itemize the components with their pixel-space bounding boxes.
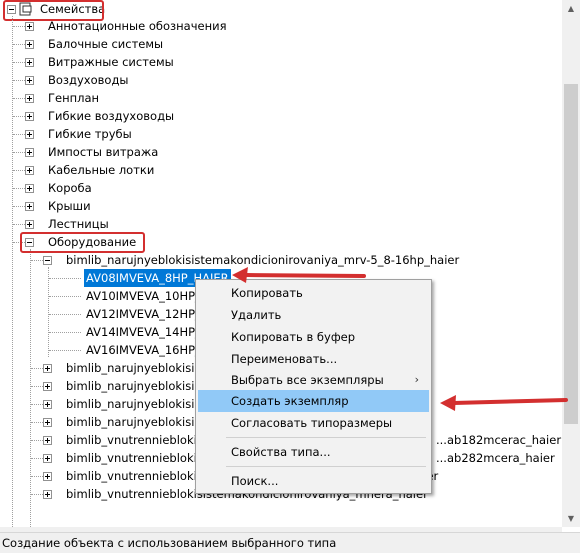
tree-node-label: Кабельные лотки [48, 163, 155, 177]
menu-item-label: Свойства типа... [231, 445, 331, 459]
tree-node-category[interactable]: Воздуховоды [0, 71, 300, 89]
menu-item-select-all-instances[interactable]: Выбрать все экземпляры › [198, 369, 429, 391]
expand-icon[interactable] [43, 382, 52, 391]
scroll-up-icon[interactable]: ▲ [562, 0, 580, 17]
menu-item-label: Копировать [231, 286, 303, 300]
tree-node-label: Витражные системы [48, 55, 174, 69]
expand-icon[interactable] [25, 202, 34, 211]
expand-icon[interactable] [25, 130, 34, 139]
menu-separator [226, 437, 426, 438]
tree-node-label: Гибкие трубы [48, 127, 132, 141]
expand-icon[interactable] [25, 76, 34, 85]
expand-icon[interactable] [25, 112, 34, 121]
expand-icon[interactable] [43, 400, 52, 409]
tree-node-label: Лестницы [48, 217, 109, 231]
menu-item-label: Удалить [231, 308, 282, 322]
tree-node-label: AV12IMVEVA_12HP_ [86, 307, 201, 321]
expand-icon[interactable] [43, 490, 52, 499]
tree-node-category[interactable]: Импосты витража [0, 143, 300, 161]
expand-icon[interactable] [43, 472, 52, 481]
scrollbar-thumb[interactable] [564, 84, 578, 424]
menu-item-label: Создать экземпляр [231, 394, 349, 408]
expand-icon[interactable] [43, 436, 52, 445]
tree-node-label: bimlib_narujnyeblokisi [66, 397, 195, 411]
tree-node-label-suffix: ...ab282mcera_haier [436, 451, 555, 465]
menu-item-rename[interactable]: Переименовать... [198, 348, 429, 370]
tree-node-category[interactable]: Гибкие трубы [0, 125, 300, 143]
menu-item-type-properties[interactable]: Свойства типа... [198, 441, 429, 463]
tree-node-category[interactable]: Витражные системы [0, 53, 300, 71]
menu-item-create-instance[interactable]: Создать экземпляр [198, 390, 429, 412]
tree-node-label: Воздуховоды [48, 73, 129, 87]
menu-item-search[interactable]: Поиск... [198, 470, 429, 492]
vertical-scrollbar[interactable]: ▲ ▼ [562, 0, 580, 527]
tree-node-label: AV10IMVEVA_10HP_ [86, 289, 201, 303]
context-menu: Копировать Удалить Копировать в буфер Пе… [195, 279, 432, 494]
tree-node-category[interactable]: Генплан [0, 89, 300, 107]
expand-icon[interactable] [43, 454, 52, 463]
menu-item-label: Копировать в буфер [231, 330, 356, 344]
tree-node-category[interactable]: Аннотационные обозначения [0, 17, 300, 35]
menu-item-delete[interactable]: Удалить [198, 304, 429, 326]
tree-node-label: AV16IMVEVA_16HP_ [86, 343, 201, 357]
tree-node-label: Короба [48, 181, 92, 195]
expand-icon[interactable] [43, 418, 52, 427]
tree-node-category[interactable]: Крыши [0, 197, 300, 215]
tree-node-category[interactable]: Гибкие воздуховоды [0, 107, 300, 125]
tree-node-label: bimlib_vnutrennieblokisi [66, 433, 206, 447]
tree-node-label-suffix: ...ab182mcerac_haier [436, 433, 562, 447]
tree-node-category[interactable]: Лестницы [0, 215, 300, 233]
collapse-icon[interactable] [43, 256, 52, 265]
menu-item-label: Переименовать... [231, 352, 338, 366]
expand-icon[interactable] [25, 22, 34, 31]
status-text: Создание объекта с использованием выбран… [2, 536, 337, 550]
tree-node-category[interactable]: Кабельные лотки [0, 161, 300, 179]
tree-node-label: bimlib_narujnyeblokisi [66, 361, 195, 375]
expand-icon[interactable] [25, 148, 34, 157]
menu-separator [226, 466, 426, 467]
tree-node-category[interactable]: Балочные системы [0, 35, 300, 53]
expand-icon[interactable] [25, 166, 34, 175]
annotation-arrow-icon [440, 395, 568, 411]
submenu-arrow-icon: › [414, 373, 419, 386]
menu-item-copy-clipboard[interactable]: Копировать в буфер [198, 326, 429, 348]
expand-icon[interactable] [25, 184, 34, 193]
menu-item-label: Выбрать все экземпляры [231, 373, 384, 387]
menu-item-label: Согласовать типоразмеры [231, 416, 393, 430]
tree-node-label: Генплан [48, 91, 100, 105]
annotation-arrow-icon [232, 267, 366, 283]
tree-node-label: Импосты витража [48, 145, 159, 159]
tree-node-label: bimlib_narujnyeblokisi [66, 379, 195, 393]
tree-node-label: AV14IMVEVA_14HP_ [86, 325, 201, 339]
tree-node-label: Гибкие воздуховоды [48, 109, 175, 123]
tree-node-label: Крыши [48, 199, 91, 213]
tree-node-category[interactable]: Короба [0, 179, 300, 197]
expand-icon[interactable] [43, 364, 52, 373]
scroll-down-icon[interactable]: ▼ [562, 510, 580, 527]
expand-icon[interactable] [25, 94, 34, 103]
tree-node-label: bimlib_vnutrennieblokisi [66, 451, 206, 465]
expand-icon[interactable] [25, 220, 34, 229]
expand-icon[interactable] [25, 58, 34, 67]
tree-node-label: Аннотационные обозначения [48, 19, 227, 33]
status-bar: Создание объекта с использованием выбран… [0, 532, 580, 553]
tree-node-label: bimlib_narujnyeblokisi [66, 415, 195, 429]
equipment-highlight-box [20, 232, 145, 253]
expand-icon[interactable] [25, 40, 34, 49]
menu-item-label: Поиск... [231, 474, 279, 488]
menu-item-match-types[interactable]: Согласовать типоразмеры [198, 412, 429, 434]
tree-node-label: Балочные системы [48, 37, 164, 51]
